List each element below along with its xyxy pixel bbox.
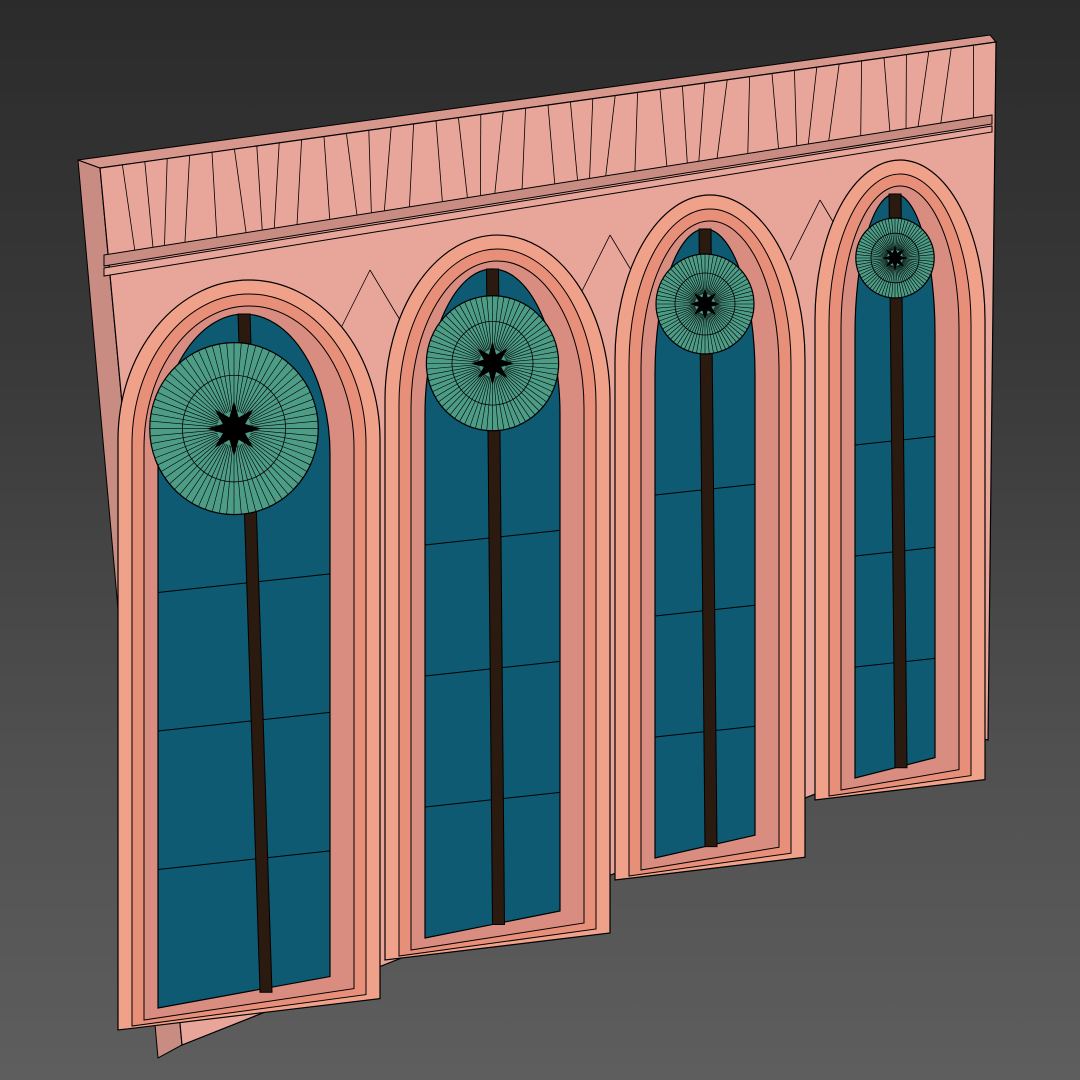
3d-viewport[interactable] [0,0,1080,1080]
arch-window-3 [614,194,806,881]
rose-window-center [689,288,721,320]
arch-window-4 [814,159,986,801]
arch-windows [117,159,986,1031]
arch-window-2 [384,234,611,961]
arch-window-1 [117,279,381,1031]
rose-window-center [470,341,515,385]
wall-model [77,34,997,1059]
rose-window-center [206,401,262,457]
rose-window-center [882,245,908,271]
